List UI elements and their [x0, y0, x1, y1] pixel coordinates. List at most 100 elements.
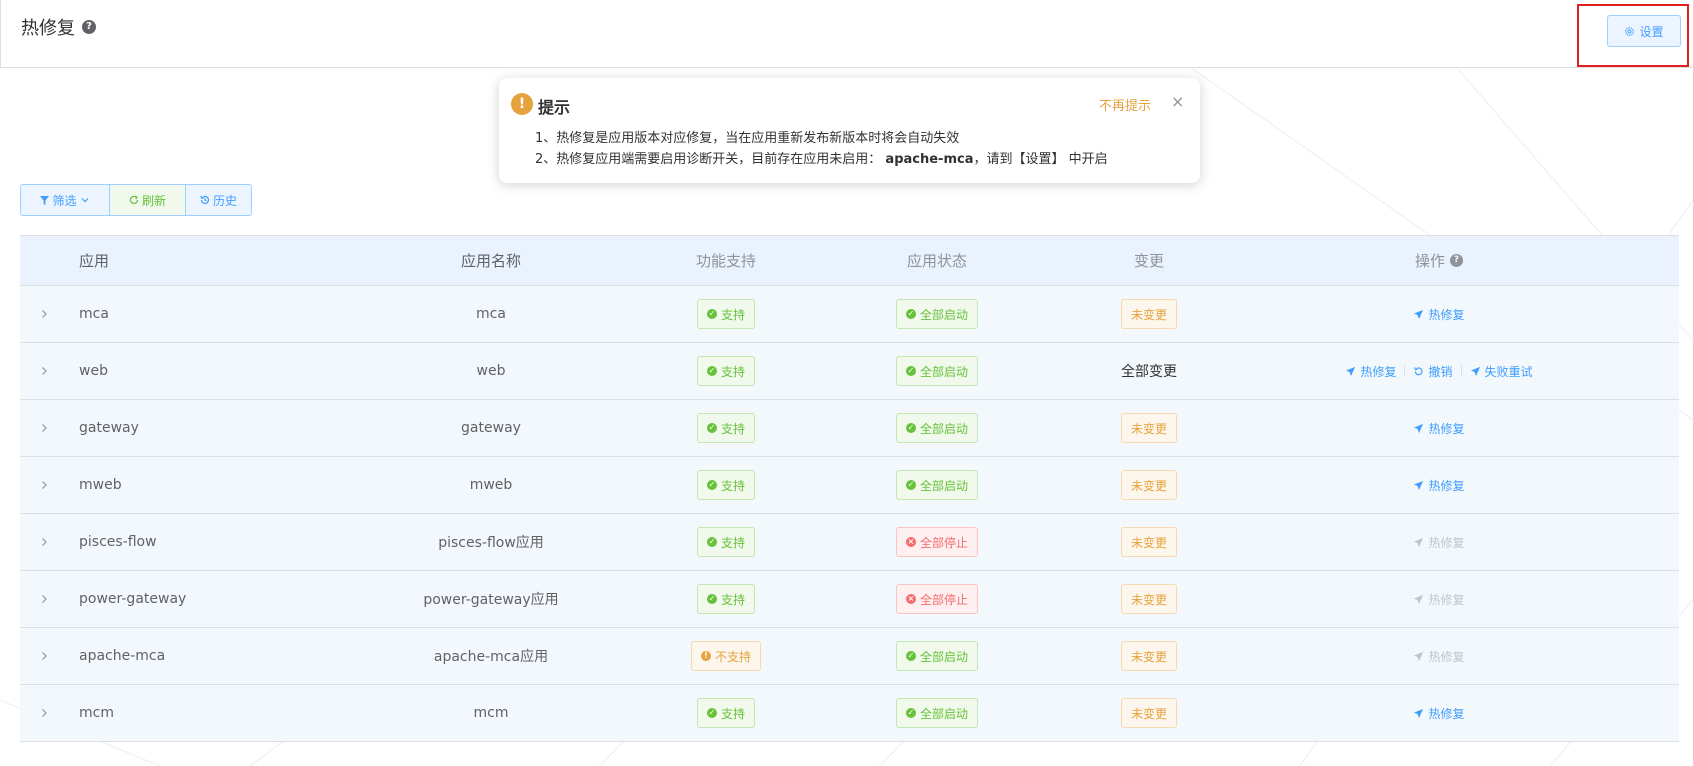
table-header: 应用 应用名称 功能支持 应用状态 变更 操作 ?: [20, 236, 1679, 286]
operation-link[interactable]: 热修复: [1413, 420, 1465, 437]
warning-circle-icon: !: [700, 651, 711, 661]
expand-row-icon[interactable]: [39, 514, 49, 570]
expand-row-icon[interactable]: [39, 286, 49, 342]
hotfix-table: 应用 应用名称 功能支持 应用状态 变更 操作 ? mca mca ✓ 支持 ✓ 全部启动…: [20, 235, 1679, 742]
change-text: 未变更: [1130, 307, 1167, 322]
cell-app-name: mca: [476, 306, 506, 322]
check-circle-icon: ✓: [905, 651, 916, 661]
refresh-button[interactable]: 刷新: [110, 185, 185, 215]
check-circle-icon: ✓: [706, 366, 717, 376]
cell-operation: 热修复: [1289, 571, 1589, 627]
app-status-text: 全部停止: [919, 592, 968, 607]
feature-support-text: 支持: [720, 535, 745, 550]
cell-app-name: mcm: [473, 705, 509, 721]
cell-operation: 热修复: [1289, 685, 1589, 741]
expand-row-icon[interactable]: [39, 571, 49, 627]
cell-feature-support: ✓ 支持: [620, 685, 832, 741]
operation-label: 失败重试: [1484, 364, 1533, 379]
expand-row-icon[interactable]: [39, 400, 49, 456]
operation-link[interactable]: 热修复: [1413, 591, 1465, 608]
header-feature-support: 功能支持: [695, 252, 756, 270]
check-circle-icon: ✓: [905, 708, 916, 718]
app-status-text: 全部启动: [919, 706, 968, 721]
filter-button[interactable]: 筛选: [21, 185, 110, 215]
header-operation-label: 操作: [1414, 252, 1445, 270]
cell-change: 未变更: [1043, 628, 1255, 684]
cell-change: 未变更: [1043, 400, 1255, 456]
settings-label: 设置: [1639, 24, 1664, 39]
operation-link[interactable]: 热修复: [1413, 648, 1465, 665]
feature-support-text: 支持: [720, 478, 745, 493]
feature-support-tag: ✓ 支持: [696, 584, 755, 614]
cell-operation: 热修复 撤销 失败重试: [1289, 343, 1589, 399]
app-status-tag: × 全部停止: [895, 584, 978, 614]
settings-button[interactable]: 设置: [1607, 15, 1681, 47]
operation-link[interactable]: 失败重试: [1470, 363, 1533, 380]
toolbar: 筛选 刷新 历史: [20, 184, 252, 216]
page-title-text: 热修复: [21, 18, 75, 39]
send-icon: [1413, 309, 1424, 320]
feature-support-tag: ! 不支持: [690, 641, 761, 671]
operation-link[interactable]: 热修复: [1413, 705, 1465, 722]
history-icon: [200, 195, 210, 205]
check-circle-icon: ✓: [905, 423, 916, 433]
operation-link[interactable]: 撤销: [1413, 363, 1453, 380]
page-header: 热修复 ? 设置: [0, 0, 1693, 68]
cell-app: pisces-flow: [79, 534, 157, 550]
operation-link[interactable]: 热修复: [1413, 306, 1465, 323]
operation-label: 热修复: [1360, 364, 1397, 379]
table-row[interactable]: web web ✓ 支持 ✓ 全部启动 全部变更 热修复 撤销 失败重试: [20, 343, 1679, 400]
app-status-tag: ✓ 全部启动: [895, 698, 978, 728]
table-row[interactable]: gateway gateway ✓ 支持 ✓ 全部启动 未变更 热修复: [20, 400, 1679, 457]
send-icon: [1413, 423, 1424, 434]
app-status-text: 全部启动: [919, 478, 968, 493]
cell-operation: 热修复: [1289, 400, 1589, 456]
expand-row-icon[interactable]: [39, 343, 49, 399]
operation-link[interactable]: 热修复: [1345, 363, 1396, 380]
send-icon: [1470, 366, 1481, 377]
cell-feature-support: ✓ 支持: [620, 400, 832, 456]
cell-app: power-gateway: [79, 591, 187, 607]
table-row[interactable]: mcm mcm ✓ 支持 ✓ 全部启动 未变更 热修复: [20, 685, 1679, 742]
cell-change: 全部变更: [1043, 343, 1255, 399]
table-row[interactable]: mca mca ✓ 支持 ✓ 全部启动 未变更 热修复: [20, 286, 1679, 343]
app-status-text: 全部启动: [919, 649, 968, 664]
notice-line-1: 1、热修复是应用版本对应修复，当在应用重新发布新版本时将会自动失效: [535, 131, 960, 146]
dont-show-again-link[interactable]: 不再提示: [1099, 95, 1151, 114]
table-row[interactable]: power-gateway power-gateway应用 ✓ 支持 × 全部停止 未变更 热…: [20, 571, 1679, 628]
change-tag: 未变更: [1120, 698, 1177, 728]
operation-help-icon[interactable]: ?: [1450, 254, 1463, 267]
warning-icon: !: [511, 93, 533, 115]
table-row[interactable]: apache-mca apache-mca应用! 不支持 ✓ 全部启动 未变更 热修复: [20, 628, 1679, 685]
change-text: 未变更: [1130, 478, 1167, 493]
cell-feature-support: ✓ 支持: [620, 514, 832, 570]
header-change: 变更: [1133, 252, 1164, 270]
operation-label: 热修复: [1428, 421, 1465, 436]
check-circle-icon: ✓: [706, 708, 717, 718]
table-row[interactable]: mweb mweb ✓ 支持 ✓ 全部启动 未变更 热修复: [20, 457, 1679, 514]
change-tag: 未变更: [1120, 299, 1177, 329]
close-circle-icon: ×: [905, 537, 916, 547]
history-button[interactable]: 历史: [185, 185, 251, 215]
refresh-icon: [129, 195, 139, 205]
help-icon[interactable]: ?: [82, 20, 96, 34]
app-status-tag: ✓ 全部启动: [895, 356, 978, 386]
close-icon[interactable]: ×: [1171, 92, 1184, 111]
expand-row-icon[interactable]: [39, 457, 49, 513]
app-status-text: 全部启动: [919, 307, 968, 322]
check-circle-icon: ✓: [706, 480, 717, 490]
notice-app-name: apache-mca: [885, 152, 974, 167]
operation-label: 热修复: [1428, 478, 1465, 493]
expand-row-icon[interactable]: [39, 685, 49, 741]
operation-link[interactable]: 热修复: [1413, 534, 1465, 551]
app-status-text: 全部启动: [919, 421, 968, 436]
page-title: 热修复 ?: [21, 14, 96, 40]
expand-row-icon[interactable]: [39, 628, 49, 684]
change-tag: 未变更: [1120, 527, 1177, 557]
operation-link[interactable]: 热修复: [1413, 477, 1465, 494]
check-circle-icon: ✓: [706, 537, 717, 547]
change-tag: 未变更: [1120, 470, 1177, 500]
hotfix-page: 热修复 ? 设置 ! 提示 不再提示 × 1、热修复是应用版本对应修复，当在应用…: [0, 0, 1693, 766]
table-row[interactable]: pisces-flow pisces-flow应用 ✓ 支持 × 全部停止 未变更 热修复: [20, 514, 1679, 571]
cell-app-status: × 全部停止: [831, 514, 1043, 570]
